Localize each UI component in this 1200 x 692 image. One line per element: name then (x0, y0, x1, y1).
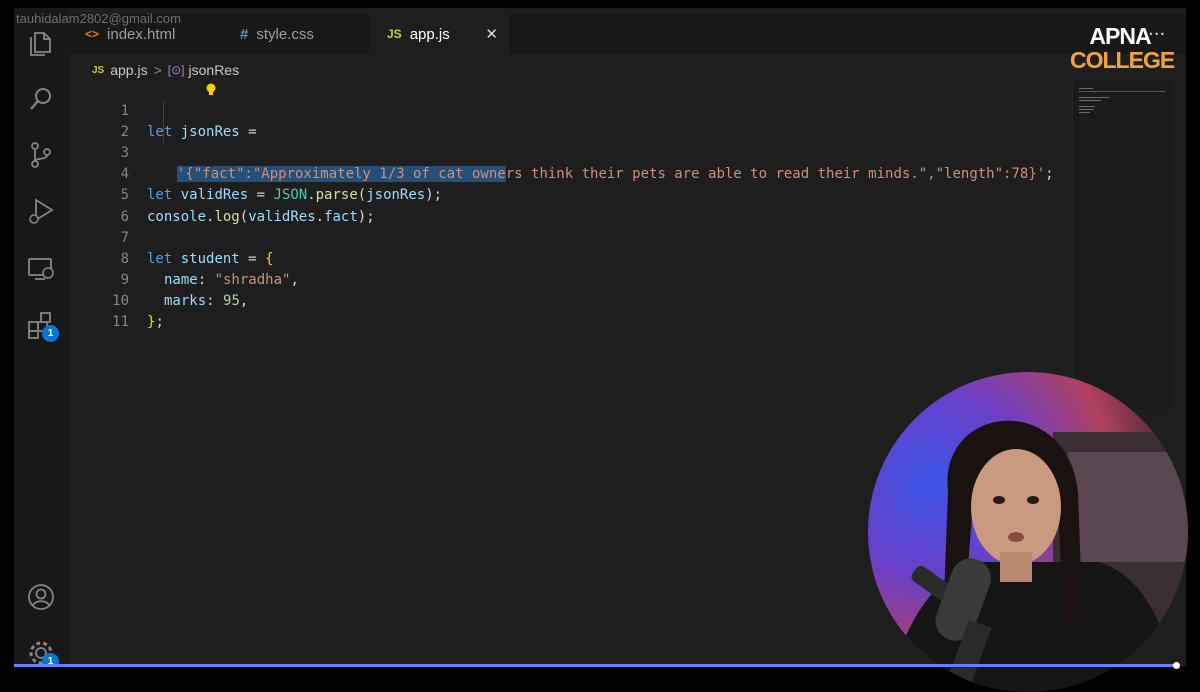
email-watermark: tauhidalam2802@gmail.com (16, 11, 181, 26)
more-actions-icon[interactable]: ··· (1148, 24, 1165, 45)
run-debug-icon[interactable] (26, 196, 56, 226)
line-number: 11 (112, 314, 129, 331)
source-control-icon[interactable] (26, 140, 56, 170)
code-line: 10 }; (69, 270, 1069, 330)
breadcrumb-file[interactable]: app.js (110, 62, 147, 78)
minimap[interactable] (1072, 80, 1173, 410)
indent-guide (163, 122, 164, 144)
html-file-icon: <> (85, 27, 100, 41)
activity-bar: 1 1 (14, 8, 69, 666)
video-progress-bar[interactable] (14, 662, 1180, 669)
logo-line-2: COLLEGE (1070, 47, 1175, 73)
tab-style-css[interactable]: # style.css (224, 14, 386, 54)
code-line: 4 let validRes = JSON.parse(jsonRes); (69, 143, 1069, 203)
remote-explorer-icon[interactable] (26, 254, 56, 284)
progress-handle[interactable] (1173, 662, 1180, 669)
js-file-icon: JS (387, 27, 402, 41)
code-line: 8 name: "shradha", (69, 228, 1069, 288)
breadcrumb: JS app.js > [⊙] jsonRes (92, 60, 239, 80)
tab-label: index.html (107, 25, 176, 43)
code-line: 5 console.log(validRes.fact); (69, 164, 1069, 224)
minimap-line (1079, 91, 1165, 92)
webcam-overlay (868, 372, 1188, 692)
minimap-line (1079, 97, 1109, 98)
tab-bar: <> index.html # style.css JS app.js ✕ (69, 14, 1186, 54)
minimap-line (1079, 88, 1093, 89)
chevron-right-icon: > (153, 62, 162, 78)
code-line: 3 (69, 122, 1069, 161)
tab-app-js[interactable]: JS app.js ✕ (369, 14, 511, 54)
js-file-icon: JS (92, 64, 105, 76)
minimap-line (1079, 100, 1101, 101)
breadcrumb-symbol[interactable]: jsonRes (189, 62, 240, 78)
close-icon[interactable]: ✕ (485, 25, 498, 43)
css-file-icon: # (240, 25, 249, 43)
code-line: 9 marks: 95, (69, 249, 1069, 309)
code-line: 2 '{"fact":"Approximately 1/3 of cat own… (69, 101, 1069, 183)
lightbulb-icon[interactable] (205, 83, 217, 97)
minimap-line (1079, 112, 1090, 113)
minimap-line (1079, 109, 1094, 110)
variable-symbol-icon: [⊙] (167, 63, 185, 77)
code-editor[interactable]: 1 let jsonRes = 2 '{"fact":"Approximatel… (69, 80, 1069, 330)
code-line: 1 let jsonRes = (69, 80, 1069, 140)
explorer-icon[interactable] (26, 28, 56, 58)
account-icon[interactable] (26, 582, 56, 612)
search-icon[interactable] (26, 84, 56, 114)
code-line: 11 (69, 291, 1069, 330)
presenter-video-image (888, 420, 1188, 692)
extensions-badge: 1 (42, 325, 59, 342)
minimap-line (1079, 106, 1095, 107)
code-line: 7 let student = { (69, 207, 1069, 267)
tab-label: style.css (256, 25, 314, 43)
semicolon: ; (155, 314, 164, 331)
code-line: 6 (69, 185, 1069, 225)
tab-label: app.js (409, 25, 450, 43)
indent-guide (163, 101, 164, 123)
